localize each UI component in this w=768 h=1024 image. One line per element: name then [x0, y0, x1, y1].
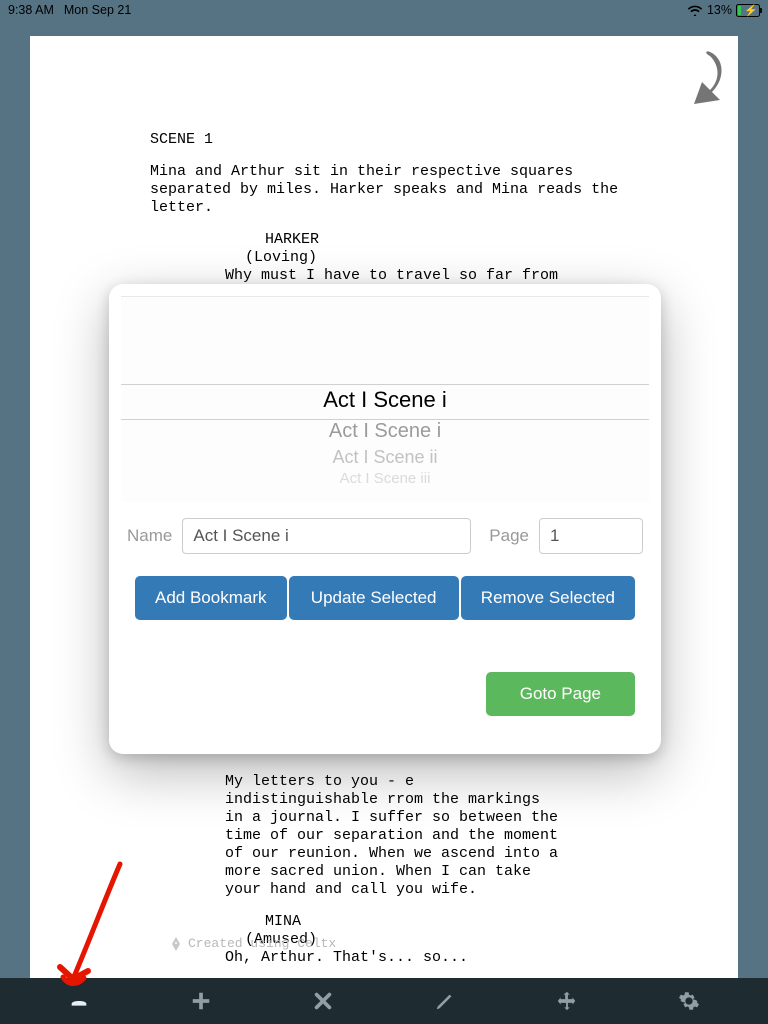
- wifi-icon: [687, 4, 703, 16]
- celtx-footer: Created using Celtx: [170, 936, 336, 952]
- scene-picker[interactable]: Act I Scene i Act I Scene i Act I Scene …: [121, 296, 649, 502]
- character-name: MINA: [265, 913, 738, 931]
- picker-selected[interactable]: Act I Scene i: [121, 387, 649, 413]
- settings-tool-icon[interactable]: [628, 978, 750, 1024]
- pen-nib-icon: [170, 937, 182, 951]
- battery-icon: ⚡: [736, 4, 760, 17]
- edit-tool-icon[interactable]: [384, 978, 506, 1024]
- name-input[interactable]: [182, 518, 471, 554]
- battery-pct: 13%: [707, 3, 732, 17]
- status-date: Mon Sep 21: [64, 3, 131, 17]
- picker-item[interactable]: Act I Scene iii: [121, 470, 649, 487]
- delete-tool-icon[interactable]: [262, 978, 384, 1024]
- action-text: Mina and Arthur sit in their respective …: [150, 163, 640, 217]
- page-input[interactable]: [539, 518, 643, 554]
- parenthetical: (Loving): [245, 249, 738, 267]
- status-time: 9:38 AM: [8, 3, 54, 17]
- move-tool-icon[interactable]: [506, 978, 628, 1024]
- update-selected-button[interactable]: Update Selected: [289, 576, 459, 620]
- scene-heading: SCENE 1: [150, 131, 640, 149]
- picker-item[interactable]: Act I Scene i: [121, 420, 649, 443]
- dialogue-line: Why must I have to travel so far from: [225, 267, 565, 285]
- bookmark-tool-icon[interactable]: [18, 978, 140, 1024]
- bookmark-modal: Act I Scene i Act I Scene i Act I Scene …: [109, 284, 661, 754]
- bottom-toolbar: [0, 978, 768, 1024]
- name-label: Name: [127, 526, 172, 546]
- status-bar: 9:38 AM Mon Sep 21 13% ⚡: [0, 0, 768, 20]
- add-bookmark-button[interactable]: Add Bookmark: [135, 576, 287, 620]
- dialogue-line: My letters to you - e indistinguishable …: [225, 773, 565, 899]
- goto-page-button[interactable]: Goto Page: [486, 672, 635, 716]
- remove-selected-button[interactable]: Remove Selected: [461, 576, 635, 620]
- picker-item[interactable]: Act I Scene ii: [121, 447, 649, 468]
- page-label: Page: [489, 526, 529, 546]
- character-name: HARKER: [265, 231, 738, 249]
- add-tool-icon[interactable]: [140, 978, 262, 1024]
